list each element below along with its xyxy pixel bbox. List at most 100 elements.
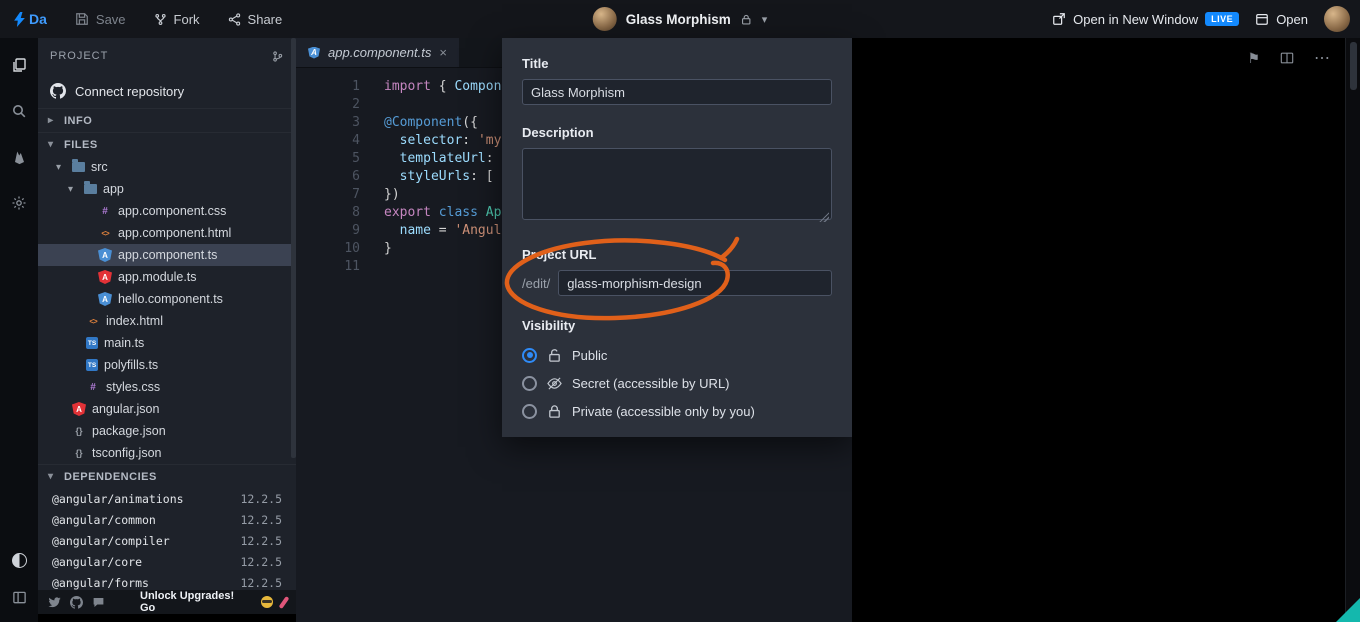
- file-item[interactable]: app.module.ts: [38, 266, 296, 288]
- code-line: }: [384, 241, 392, 256]
- project-url-input[interactable]: [558, 270, 832, 296]
- json-file-icon: [72, 446, 86, 460]
- chevron-down-icon: ▾: [68, 183, 74, 195]
- file-item[interactable]: hello.component.ts: [38, 288, 296, 310]
- code-line: @Component({: [384, 115, 478, 130]
- dependency-item[interactable]: @angular/common 12.2.5: [38, 509, 296, 530]
- project-url-label: Project URL: [522, 247, 597, 262]
- file-item-selected[interactable]: app.component.ts: [38, 244, 296, 266]
- open-button[interactable]: Open: [1255, 12, 1308, 27]
- folder-item-src[interactable]: ▾ src: [38, 156, 296, 178]
- open-window-icon: [1256, 14, 1269, 25]
- file-item[interactable]: index.html: [38, 310, 296, 332]
- project-header: PROJECT: [38, 38, 296, 74]
- html-file-icon: [98, 226, 112, 240]
- chevron-down-icon: ▾: [48, 471, 54, 482]
- file-item[interactable]: main.ts: [38, 332, 296, 354]
- radio-unselected[interactable]: [522, 375, 537, 391]
- angular-icon: [72, 402, 86, 416]
- angular-component-icon: [308, 46, 320, 59]
- typescript-file-icon: [86, 359, 98, 371]
- more-options-icon[interactable]: ⋯: [1314, 48, 1331, 68]
- code-line: templateUrl: ': [399, 151, 510, 166]
- folder-item-app[interactable]: ▾ app: [38, 178, 296, 200]
- project-settings-dialog: Title Description Project URL /edit/ Vis…: [502, 38, 852, 437]
- description-textarea[interactable]: [522, 148, 832, 220]
- connect-repository-button[interactable]: Connect repository: [38, 74, 296, 108]
- file-item[interactable]: app.component.html: [38, 222, 296, 244]
- section-info[interactable]: ▸ INFO: [38, 108, 296, 132]
- logo-label: Da: [29, 11, 47, 27]
- save-button[interactable]: Save: [75, 12, 126, 27]
- fork-icon: [154, 13, 166, 25]
- eye-off-icon: [547, 376, 562, 391]
- visibility-option-secret[interactable]: Secret (accessible by URL): [522, 369, 832, 397]
- visibility-option-public[interactable]: Public: [522, 341, 832, 369]
- description-label: Description: [522, 125, 594, 140]
- flag-icon[interactable]: ⚑: [1247, 50, 1260, 67]
- file-item[interactable]: tsconfig.json: [38, 442, 296, 464]
- open-in-new-window-button[interactable]: Open in New Window LIVE: [1052, 12, 1240, 27]
- file-item[interactable]: angular.json: [38, 398, 296, 420]
- close-icon[interactable]: ×: [439, 45, 447, 60]
- github-icon[interactable]: [70, 595, 83, 609]
- angular-component-icon: [98, 292, 112, 306]
- twitter-icon[interactable]: [48, 596, 61, 609]
- branch-icon[interactable]: [271, 50, 284, 63]
- share-button[interactable]: Share: [228, 12, 282, 27]
- file-item[interactable]: styles.css: [38, 376, 296, 398]
- folder-icon: [72, 159, 85, 172]
- dependency-item[interactable]: @angular/core 12.2.5: [38, 551, 296, 572]
- user-avatar[interactable]: [1324, 6, 1350, 32]
- css-file-icon: [86, 380, 100, 394]
- deploy-icon[interactable]: [8, 146, 30, 168]
- project-label: PROJECT: [50, 50, 109, 62]
- html-file-icon: [86, 314, 100, 328]
- app-window: Da Save Fork Share Glass Morphism ▾ Open…: [0, 0, 1360, 622]
- settings-gear-icon[interactable]: [8, 192, 30, 214]
- tab-app-component-ts[interactable]: app.component.ts ×: [296, 38, 459, 67]
- search-icon[interactable]: [8, 100, 30, 122]
- dependency-item[interactable]: @angular/animations 12.2.5: [38, 488, 296, 509]
- code-line: styleUrls: [ ': [399, 169, 510, 184]
- privacy-lock-icon: [740, 13, 753, 26]
- lock-open-icon: [547, 348, 562, 363]
- radio-selected[interactable]: [522, 347, 537, 363]
- chevron-down-icon: ▾: [56, 161, 62, 173]
- typescript-file-icon: [86, 337, 98, 349]
- code-line: selector: 'my-: [399, 133, 510, 148]
- fork-button[interactable]: Fork: [154, 12, 200, 27]
- section-files[interactable]: ▾ FILES: [38, 132, 296, 156]
- visibility-label: Visibility: [522, 318, 576, 333]
- chevron-right-icon: ▸: [48, 115, 54, 126]
- resize-grip-icon[interactable]: [819, 212, 829, 222]
- stackblitz-logo[interactable]: Da: [14, 11, 47, 27]
- file-item[interactable]: app.component.css: [38, 200, 296, 222]
- file-item[interactable]: package.json: [38, 420, 296, 442]
- corner-ribbon[interactable]: [1336, 598, 1360, 622]
- dependency-item[interactable]: @angular/compiler 12.2.5: [38, 530, 296, 551]
- top-bar: Da Save Fork Share Glass Morphism ▾ Open…: [0, 0, 1360, 38]
- radio-unselected[interactable]: [522, 403, 537, 419]
- page-scrollbar-thumb[interactable]: [1350, 42, 1357, 90]
- title-input[interactable]: [522, 79, 832, 105]
- theme-toggle-icon[interactable]: [11, 553, 27, 568]
- project-title: Glass Morphism: [625, 11, 731, 27]
- activity-bar: [0, 38, 38, 622]
- github-icon: [50, 83, 66, 99]
- angular-component-icon: [98, 248, 112, 262]
- live-badge: LIVE: [1205, 12, 1240, 26]
- layout-panel-icon[interactable]: [8, 586, 30, 608]
- chat-icon[interactable]: [92, 596, 105, 609]
- file-item[interactable]: polyfills.ts: [38, 354, 296, 376]
- upgrade-link[interactable]: Unlock Upgrades! Go: [140, 590, 252, 614]
- json-file-icon: [72, 424, 86, 438]
- project-files-icon[interactable]: [8, 54, 30, 76]
- project-title-group[interactable]: Glass Morphism ▾: [592, 7, 768, 31]
- split-view-icon[interactable]: [1280, 51, 1294, 65]
- lightning-icon: [14, 11, 25, 27]
- page-scrollbar-track[interactable]: [1345, 38, 1360, 622]
- chevron-down-icon: ▾: [761, 13, 768, 26]
- section-dependencies[interactable]: ▾ DEPENDENCIES: [38, 464, 296, 488]
- visibility-option-private[interactable]: Private (accessible only by you): [522, 397, 832, 425]
